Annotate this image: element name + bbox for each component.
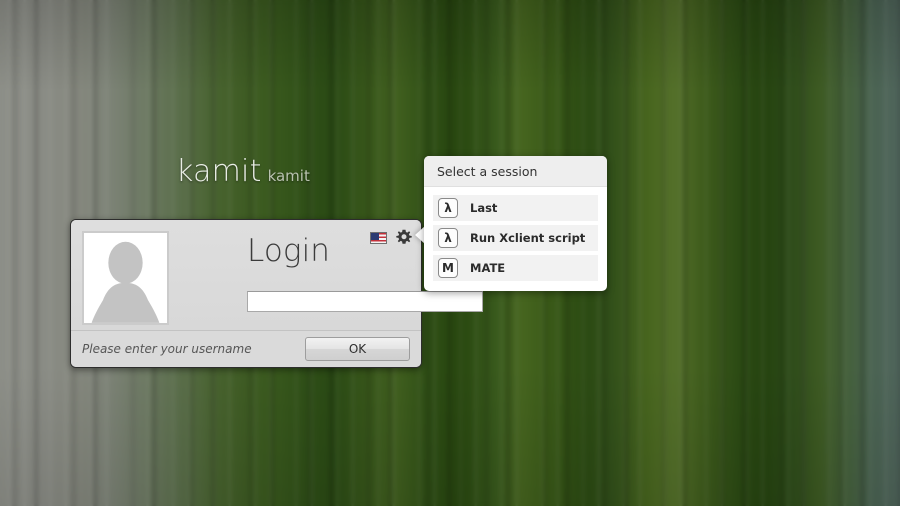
status-message: Please enter your username: [82, 342, 252, 356]
session-item-label: MATE: [470, 261, 506, 275]
ok-button[interactable]: OK: [305, 337, 410, 361]
session-item-label: Run Xclient script: [470, 231, 586, 245]
avatar: [82, 231, 169, 325]
greeting-username: kamit: [267, 167, 310, 185]
login-panel: Login Please enter your username OK: [70, 219, 483, 368]
lambda-session-icon: λ: [438, 228, 458, 248]
username-input[interactable]: [247, 291, 483, 312]
flag-canton: [371, 233, 379, 240]
greeting-hostname: kamit: [176, 154, 262, 189]
lambda-session-icon: λ: [438, 198, 458, 218]
us-flag-icon[interactable]: [370, 232, 387, 244]
mate-session-icon: M: [438, 258, 458, 278]
login-screen: kamit kamit Login Please enter your user…: [0, 0, 900, 506]
greeting: kamit kamit: [176, 154, 310, 189]
session-item-last[interactable]: λ Last: [433, 195, 598, 221]
login-status-bar: Please enter your username OK: [71, 330, 421, 367]
session-list: λ Last λ Run Xclient script M MATE: [424, 187, 607, 291]
session-popup: Select a session λ Last λ Run Xclient sc…: [424, 156, 607, 291]
login-panel-body: Login: [71, 220, 483, 330]
session-item-mate[interactable]: M MATE: [433, 255, 598, 281]
page-title: Login: [247, 233, 331, 269]
session-item-label: Last: [470, 201, 498, 215]
gear-icon[interactable]: [396, 229, 412, 245]
session-popup-header: Select a session: [424, 156, 607, 187]
session-item-run-xclient-script[interactable]: λ Run Xclient script: [433, 225, 598, 251]
